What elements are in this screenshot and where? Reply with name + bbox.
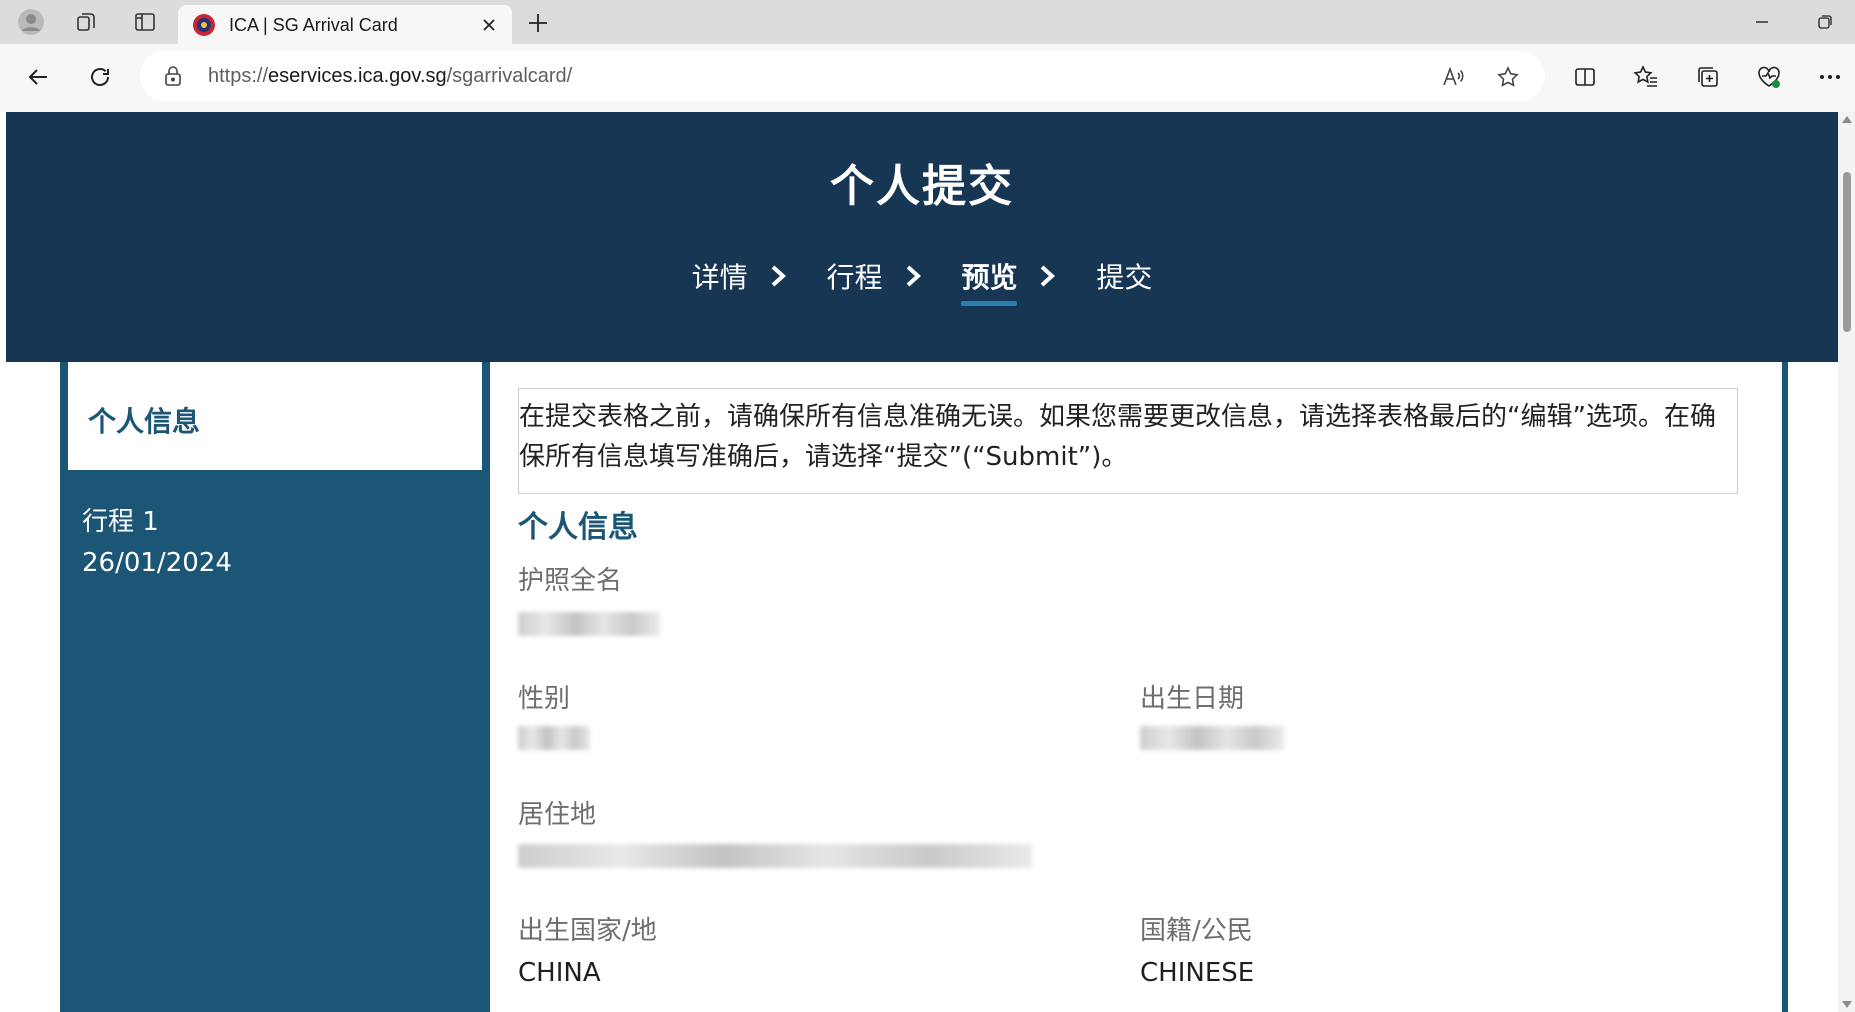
split-screen-icon[interactable] (1569, 61, 1601, 93)
sex-label: 性别 (518, 684, 571, 714)
page-title: 个人提交 (830, 161, 1014, 212)
scroll-up-icon[interactable] (1842, 116, 1852, 123)
residence-value-redacted (518, 844, 1032, 868)
step-itinerary[interactable]: 行程 (827, 256, 953, 296)
full-name-label: 护照全名 (518, 566, 623, 596)
dob-value-redacted (1140, 726, 1284, 750)
browser-tab-bar: ICA | SG Arrival Card (0, 0, 1855, 44)
new-tab-icon[interactable] (524, 10, 552, 36)
step-label: 提交 (1096, 261, 1153, 294)
scrollbar-thumb[interactable] (1843, 172, 1851, 332)
url-text[interactable]: https://eservices.ica.gov.sg/sgarrivalca… (208, 65, 572, 88)
step-submit[interactable]: 提交 (1096, 256, 1152, 296)
progress-steps: 详情 行程 预览 提交 (6, 256, 1838, 306)
full-name-value-redacted (518, 612, 660, 636)
sidebar-item-personal-info[interactable]: 个人信息 (68, 362, 482, 470)
page-viewport: 个人提交 详情 行程 预览 提交 个人信息 行程 1 26/01/2024 在提… (0, 112, 1855, 1012)
minimize-icon[interactable] (1742, 8, 1782, 36)
nationality-value: CHINESE (1140, 958, 1255, 988)
vertical-tabs-icon[interactable] (128, 8, 162, 36)
url-scheme: https:// (208, 65, 269, 87)
address-bar[interactable]: https://eservices.ica.gov.sg/sgarrivalca… (140, 51, 1545, 101)
scroll-down-icon[interactable] (1842, 1001, 1852, 1008)
favorites-icon[interactable] (1630, 61, 1662, 93)
birth-country-value: CHINA (518, 958, 601, 988)
section-title: 个人信息 (518, 510, 638, 545)
collections-icon[interactable] (1692, 61, 1724, 93)
browser-toolbar: https://eservices.ica.gov.sg/sgarrivalca… (0, 44, 1855, 113)
refresh-icon[interactable] (80, 57, 120, 97)
step-label: 行程 (826, 261, 883, 294)
page-header-banner: 个人提交 详情 行程 预览 提交 (6, 112, 1838, 362)
more-options-icon[interactable] (1814, 61, 1846, 93)
sidebar: 个人信息 行程 1 26/01/2024 (60, 362, 490, 1012)
back-icon[interactable] (18, 57, 58, 97)
chevron-right-icon (1041, 265, 1056, 287)
workspaces-icon[interactable] (70, 8, 104, 36)
step-label: 详情 (691, 261, 748, 294)
review-notice: 在提交表格之前，请确保所有信息准确无误。如果您需要更改信息，请选择表格最后的“编… (518, 388, 1738, 494)
tab-title: ICA | SG Arrival Card (229, 15, 398, 35)
nationality-label: 国籍/公民 (1140, 916, 1253, 946)
url-host: eservices.ica.gov.sg (268, 65, 447, 87)
step-details[interactable]: 详情 (692, 256, 818, 296)
chevron-right-icon (771, 265, 786, 287)
chevron-right-icon (906, 265, 921, 287)
close-tab-icon[interactable] (478, 14, 500, 36)
dob-label: 出生日期 (1140, 684, 1245, 714)
url-path: /sgarrivalcard/ (446, 65, 573, 87)
step-label: 预览 (961, 256, 1018, 306)
birth-country-label: 出生国家/地 (518, 916, 657, 946)
active-tab[interactable]: ICA | SG Arrival Card (178, 5, 512, 44)
residence-label: 居住地 (518, 800, 597, 830)
trip-date: 26/01/2024 (82, 548, 232, 578)
step-preview[interactable]: 预览 (961, 256, 1087, 306)
favorite-star-icon[interactable] (1495, 64, 1521, 90)
sidebar-item-trip-1[interactable]: 行程 1 26/01/2024 (82, 502, 232, 584)
read-aloud-icon[interactable] (1440, 64, 1466, 90)
browser-essentials-icon[interactable] (1753, 61, 1785, 93)
sex-value-redacted (518, 726, 590, 750)
sidebar-item-label: 个人信息 (88, 405, 201, 438)
profile-icon[interactable] (14, 8, 48, 36)
page-scrollbar[interactable] (1838, 112, 1855, 1012)
lock-icon[interactable] (162, 65, 184, 87)
restore-icon[interactable] (1805, 8, 1845, 36)
ica-favicon-icon (192, 13, 216, 37)
trip-label: 行程 1 (82, 507, 159, 537)
